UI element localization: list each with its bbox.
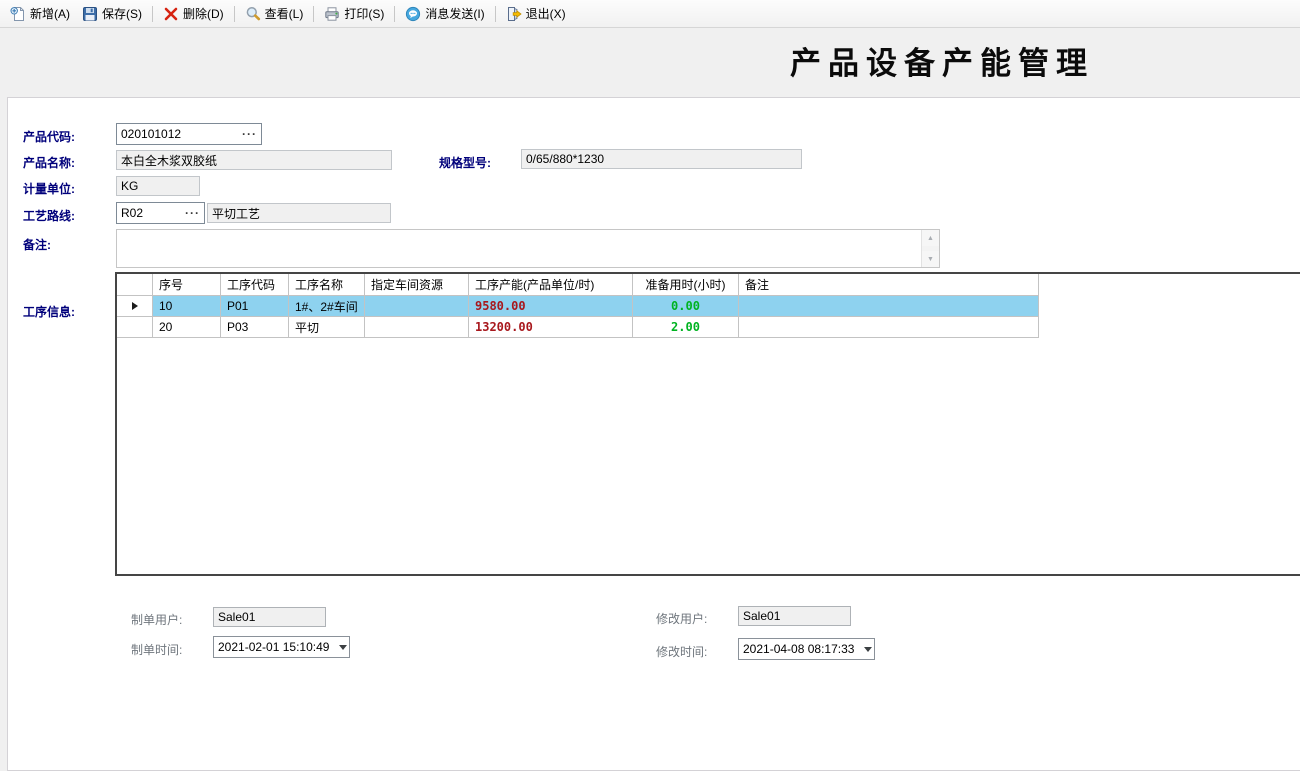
cell-prep[interactable]: 0.00 — [633, 296, 739, 317]
save-button[interactable]: 保存(S) — [76, 2, 148, 25]
creator-field: Sale01 — [213, 607, 326, 627]
remark-textarea[interactable]: ▲ ▼ — [116, 229, 940, 268]
unit-field: KG — [116, 176, 200, 196]
print-button[interactable]: 打印(S) — [318, 2, 390, 25]
grid-header-remark[interactable]: 备注 — [739, 274, 1039, 296]
exit-door-icon — [506, 6, 522, 22]
send-message-button-label: 消息发送(I) — [425, 5, 484, 22]
create-time-dropdown-icon[interactable] — [339, 645, 347, 650]
view-magnifier-icon — [245, 6, 261, 22]
new-document-icon — [10, 6, 26, 22]
product-name-label: 产品名称: — [23, 154, 75, 171]
row-selector-cell[interactable] — [117, 296, 153, 317]
grid-header-capacity[interactable]: 工序产能(产品单位/时) — [469, 274, 633, 296]
table-row[interactable]: 20 P03 平切 13200.00 2.00 — [117, 317, 1300, 338]
modifier-label: 修改用户: — [656, 610, 707, 627]
process-route-label: 工艺路线: — [23, 207, 75, 224]
modifier-field: Sale01 — [738, 606, 851, 626]
grid-header-prep[interactable]: 准备用时(小时) — [633, 274, 739, 296]
process-info-label: 工序信息: — [23, 303, 75, 320]
print-icon — [324, 6, 340, 22]
page-title: 产品设备产能管理 — [790, 38, 1094, 83]
spec-model-label: 规格型号: — [439, 154, 491, 171]
remark-scrollbar: ▲ ▼ — [921, 230, 939, 267]
cell-code[interactable]: P01 — [221, 296, 289, 317]
cell-prep[interactable]: 2.00 — [633, 317, 739, 338]
scroll-down-icon[interactable]: ▼ — [922, 251, 939, 267]
save-floppy-icon — [82, 6, 98, 22]
product-code-browse-button[interactable]: ··· — [242, 130, 257, 138]
toolbar-separator — [394, 6, 395, 22]
modifier-value: Sale01 — [743, 609, 780, 623]
form-panel: 产品代码: 020101012 ··· 产品名称: 本白全木浆双胶纸 规格型号:… — [7, 97, 1300, 771]
modify-time-dropdown-icon[interactable] — [864, 647, 872, 652]
creator-value: Sale01 — [218, 610, 255, 624]
create-time-picker[interactable]: 2021-02-01 15:10:49 — [213, 636, 350, 658]
cell-seq[interactable]: 20 — [153, 317, 221, 338]
view-button-label: 查看(L) — [265, 5, 304, 22]
cell-name[interactable]: 1#、2#车间 — [289, 296, 365, 317]
unit-value: KG — [121, 179, 138, 193]
create-time-label: 制单时间: — [131, 641, 182, 658]
new-button[interactable]: 新增(A) — [4, 2, 76, 25]
cell-workshop[interactable] — [365, 317, 469, 338]
send-message-button[interactable]: 消息发送(I) — [399, 2, 490, 25]
grid-header-seq[interactable]: 序号 — [153, 274, 221, 296]
app-window: 新增(A) 保存(S) 删除(D) 查看(L) 打印(S) — [0, 0, 1300, 771]
toolbar-separator — [313, 6, 314, 22]
process-route-name-field: 平切工艺 — [207, 203, 391, 223]
grid-header-workshop[interactable]: 指定车间资源 — [365, 274, 469, 296]
toolbar-separator — [152, 6, 153, 22]
unit-label: 计量单位: — [23, 180, 75, 197]
delete-button-label: 删除(D) — [183, 5, 224, 22]
product-name-field: 本白全木浆双胶纸 — [116, 150, 392, 170]
toolbar-separator — [495, 6, 496, 22]
process-route-browse-button[interactable]: ··· — [185, 209, 200, 217]
spec-model-value: 0/65/880*1230 — [526, 152, 604, 166]
delete-x-icon — [163, 6, 179, 22]
remark-label: 备注: — [23, 236, 51, 253]
modify-time-picker[interactable]: 2021-04-08 08:17:33 — [738, 638, 875, 660]
spec-model-field: 0/65/880*1230 — [521, 149, 802, 169]
new-button-label: 新增(A) — [30, 5, 70, 22]
table-row[interactable]: 10 P01 1#、2#车间 9580.00 0.00 — [117, 296, 1300, 317]
cell-capacity[interactable]: 9580.00 — [469, 296, 633, 317]
delete-button[interactable]: 删除(D) — [157, 2, 230, 25]
process-route-name-value: 平切工艺 — [212, 205, 260, 222]
product-code-field[interactable]: 020101012 ··· — [116, 123, 262, 145]
save-button-label: 保存(S) — [102, 5, 142, 22]
creator-label: 制单用户: — [131, 611, 182, 628]
toolbar: 新增(A) 保存(S) 删除(D) 查看(L) 打印(S) — [0, 0, 1300, 28]
process-grid: 序号 工序代码 工序名称 指定车间资源 工序产能(产品单位/时) 准备用时(小时… — [115, 272, 1300, 576]
remark-value — [117, 230, 921, 267]
product-code-value: 020101012 — [121, 127, 181, 141]
exit-button[interactable]: 退出(X) — [500, 2, 572, 25]
process-route-code-field[interactable]: R02 ··· — [116, 202, 205, 224]
toolbar-separator — [234, 6, 235, 22]
product-code-label: 产品代码: — [23, 128, 75, 145]
message-icon — [405, 6, 421, 22]
current-row-arrow-icon — [132, 302, 138, 310]
cell-remark[interactable] — [739, 296, 1039, 317]
cell-seq[interactable]: 10 — [153, 296, 221, 317]
cell-name[interactable]: 平切 — [289, 317, 365, 338]
cell-code[interactable]: P03 — [221, 317, 289, 338]
print-button-label: 打印(S) — [344, 5, 384, 22]
product-name-value: 本白全木浆双胶纸 — [121, 152, 217, 169]
cell-remark[interactable] — [739, 317, 1039, 338]
exit-button-label: 退出(X) — [526, 5, 566, 22]
cell-capacity[interactable]: 13200.00 — [469, 317, 633, 338]
grid-header-code[interactable]: 工序代码 — [221, 274, 289, 296]
create-time-value: 2021-02-01 15:10:49 — [218, 640, 337, 654]
process-route-code-value: R02 — [121, 206, 143, 220]
row-selector-cell[interactable] — [117, 317, 153, 338]
view-button[interactable]: 查看(L) — [239, 2, 310, 25]
scroll-up-icon[interactable]: ▲ — [922, 230, 939, 246]
modify-time-label: 修改时间: — [656, 643, 707, 660]
grid-header-selector — [117, 274, 153, 296]
grid-header-name[interactable]: 工序名称 — [289, 274, 365, 296]
cell-workshop[interactable] — [365, 296, 469, 317]
grid-header-row: 序号 工序代码 工序名称 指定车间资源 工序产能(产品单位/时) 准备用时(小时… — [117, 274, 1300, 296]
modify-time-value: 2021-04-08 08:17:33 — [743, 642, 862, 656]
